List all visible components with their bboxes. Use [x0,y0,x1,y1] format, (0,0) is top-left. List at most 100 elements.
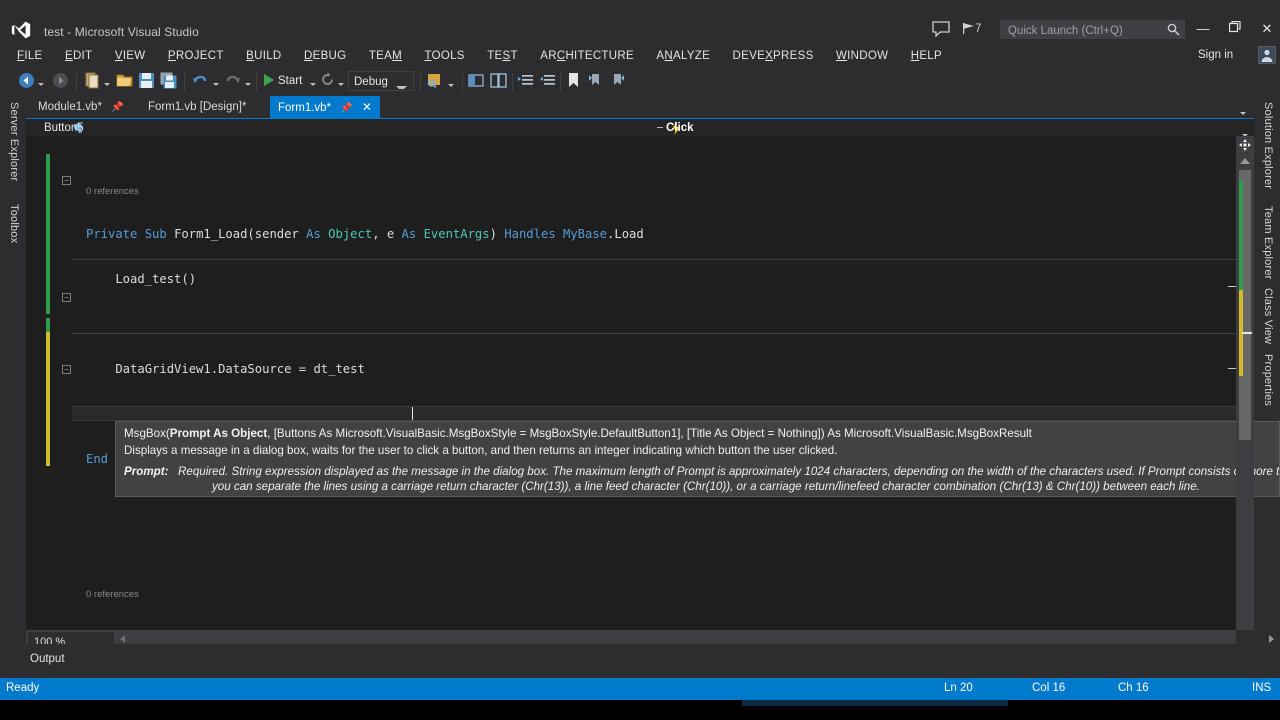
minimize-button[interactable]: — [1190,18,1216,40]
user-account-icon[interactable] [1258,46,1276,64]
find-in-files-icon[interactable] [426,72,443,92]
scroll-current-position-marker [1242,332,1252,334]
previous-bookmark-icon[interactable] [588,72,603,92]
navigate-back-dropdown[interactable] [38,76,44,96]
undo-dropdown[interactable] [213,76,219,96]
outlining-collapse-icon[interactable]: − [62,176,71,185]
start-dropdown[interactable] [310,76,316,96]
code-line: DataGridView1.DataSource = dt_test [86,362,365,376]
status-character-number: Ch 16 [1118,682,1149,694]
feedback-smiley-icon[interactable] [932,21,950,37]
quick-launch-box[interactable] [1000,20,1185,40]
bookmark-icon[interactable] [566,72,581,92]
tooltip-signature-current-param: Prompt As Object [169,427,268,440]
outlining-collapse-icon[interactable]: − [62,293,71,302]
menu-window[interactable]: WINDOW [827,46,897,66]
restart-icon[interactable] [320,72,335,92]
scroll-right-arrow-icon[interactable] [1269,635,1274,643]
sidebar-item-server-explorer[interactable]: Server Explorer [3,98,21,185]
menu-test[interactable]: TEST [478,46,527,66]
status-column-number: Col 16 [1032,682,1066,694]
indicator-margin[interactable] [26,136,48,630]
taskbar-remnant [742,700,1008,706]
navigate-forward-icon[interactable] [52,72,69,92]
menu-tools[interactable]: TOOLS [415,46,473,66]
output-pane-label[interactable]: Output [30,653,65,665]
nav-separator [657,127,663,128]
menu-architecture[interactable]: ARCHITECTURE [531,46,643,66]
search-magnifier-icon[interactable] [1167,23,1180,36]
next-bookmark-icon[interactable] [610,72,625,92]
intellisense-signature-tooltip: MsgBox(Prompt As Object, [Buttons As Mic… [115,421,1280,497]
menu-edit[interactable]: EDIT [56,46,101,66]
tooltip-signature: MsgBox(Prompt As Object, [Buttons As Mic… [124,427,1275,440]
comment-selection-icon[interactable] [518,72,535,92]
menu-file[interactable]: FFILEILE [8,46,52,66]
menu-help[interactable]: HELP [902,46,951,66]
pin-icon[interactable]: 📌 [105,102,123,113]
start-play-icon[interactable] [262,72,276,92]
tab-form1-design[interactable]: Form1.vb [Design]* [140,96,254,118]
restart-dropdown[interactable] [338,76,344,96]
sidebar-item-solution-explorer[interactable]: Solution Explorer [1257,98,1275,193]
quick-launch-input[interactable] [1001,22,1161,40]
tab-form1-code[interactable]: Form1.vb* 📌 ✕ [270,96,380,118]
code-navigation-bar: Button5 Click [26,118,1254,138]
redo-dropdown[interactable] [245,76,251,96]
visual-studio-logo [11,21,31,39]
tooltip-signature-prefix: MsgBox( [124,427,170,440]
sidebar-item-toolbox[interactable]: Toolbox [3,200,21,247]
notifications-flag-icon[interactable]: 7 [962,21,994,37]
status-line-number: Ln 20 [944,682,973,694]
navigation-class-value[interactable]: Button5 [44,119,84,137]
new-item-dropdown[interactable] [104,76,110,96]
find-dropdown[interactable] [448,77,454,97]
tooltip-param-text-line2: you can separate the lines using a carri… [212,480,1200,493]
menu-team[interactable]: TEAM [360,46,411,66]
uncomment-selection-icon[interactable] [540,72,557,92]
hscrollbar-thumb[interactable] [118,632,1218,644]
window-layout-icon[interactable] [468,72,485,92]
change-bar-saved [46,154,50,314]
tooltip-param-text-line1: Required. String expression displayed as… [178,465,1280,478]
code-references-hint[interactable]: 0 references [86,184,1236,197]
menu-build[interactable]: BUILD [237,46,290,66]
menu-devexpress[interactable]: DEVEXPRESS [724,46,823,66]
scroll-map-icon[interactable] [1238,138,1252,152]
undo-arrow-icon[interactable] [192,72,209,92]
split-window-icon[interactable] [490,72,507,92]
menu-analyze[interactable]: ANALYZE [647,46,719,66]
tab-module1[interactable]: Module1.vb* 📌 [30,96,132,118]
sidebar-item-team-explorer[interactable]: Team Explorer [1257,202,1275,284]
close-tab-icon[interactable]: ✕ [356,100,372,114]
code-line: Load_test() [86,272,197,286]
sign-in-link[interactable]: Sign in [1198,49,1233,61]
scroll-up-arrow-icon[interactable] [1240,158,1250,164]
code-references-hint[interactable]: 0 references [86,587,1236,600]
menu-bar: FFILEILE EDIT VIEW PROJECT BUILD DEBUG T… [8,46,951,66]
sidebar-item-properties[interactable]: Properties [1257,350,1275,410]
start-button-label[interactable]: Start [278,75,302,95]
editor-vertical-scrollbar[interactable] [1228,136,1254,630]
close-button[interactable]: ✕ [1254,18,1280,40]
notifications-count: 7 [975,23,982,35]
sidebar-item-class-view[interactable]: Class View [1257,284,1275,348]
redo-arrow-icon[interactable] [224,72,241,92]
menu-debug[interactable]: DEBUG [295,46,355,66]
save-all-icon[interactable] [160,72,177,92]
solution-configuration-dropdown[interactable]: Debug [348,71,414,91]
open-file-folder-icon[interactable] [116,72,133,92]
pin-icon[interactable]: 📌 [334,103,352,114]
navigation-member-value[interactable]: Click [666,119,694,137]
code-editor[interactable]: − − − 0 references Private Sub Form1_Loa… [26,136,1236,644]
scroll-left-arrow-icon[interactable] [120,635,125,643]
tooltip-description: Displays a message in a dialog box, wait… [124,444,838,457]
navigate-back-icon[interactable] [18,72,35,92]
output-pane [26,644,1254,678]
save-icon[interactable] [138,72,155,92]
menu-view[interactable]: VIEW [106,46,155,66]
outlining-collapse-icon[interactable]: − [62,365,71,374]
new-item-icon[interactable] [84,72,101,92]
menu-project[interactable]: PROJECT [159,46,233,66]
maximize-button[interactable] [1222,18,1248,40]
